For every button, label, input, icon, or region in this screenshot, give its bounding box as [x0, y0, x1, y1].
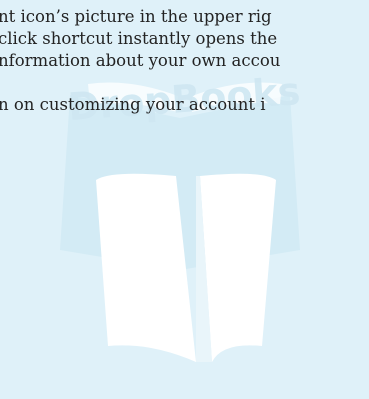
text-line: click shortcut instantly opens the [0, 29, 278, 48]
text-line: n on customizing your account i [0, 95, 266, 114]
text-line: nt icon’s picture in the upper rig [0, 7, 272, 26]
book-right-page [200, 173, 276, 362]
text-line: nformation about your own accou [0, 51, 281, 70]
page: DropBooks nt icon’s picture in the upper… [0, 0, 369, 399]
